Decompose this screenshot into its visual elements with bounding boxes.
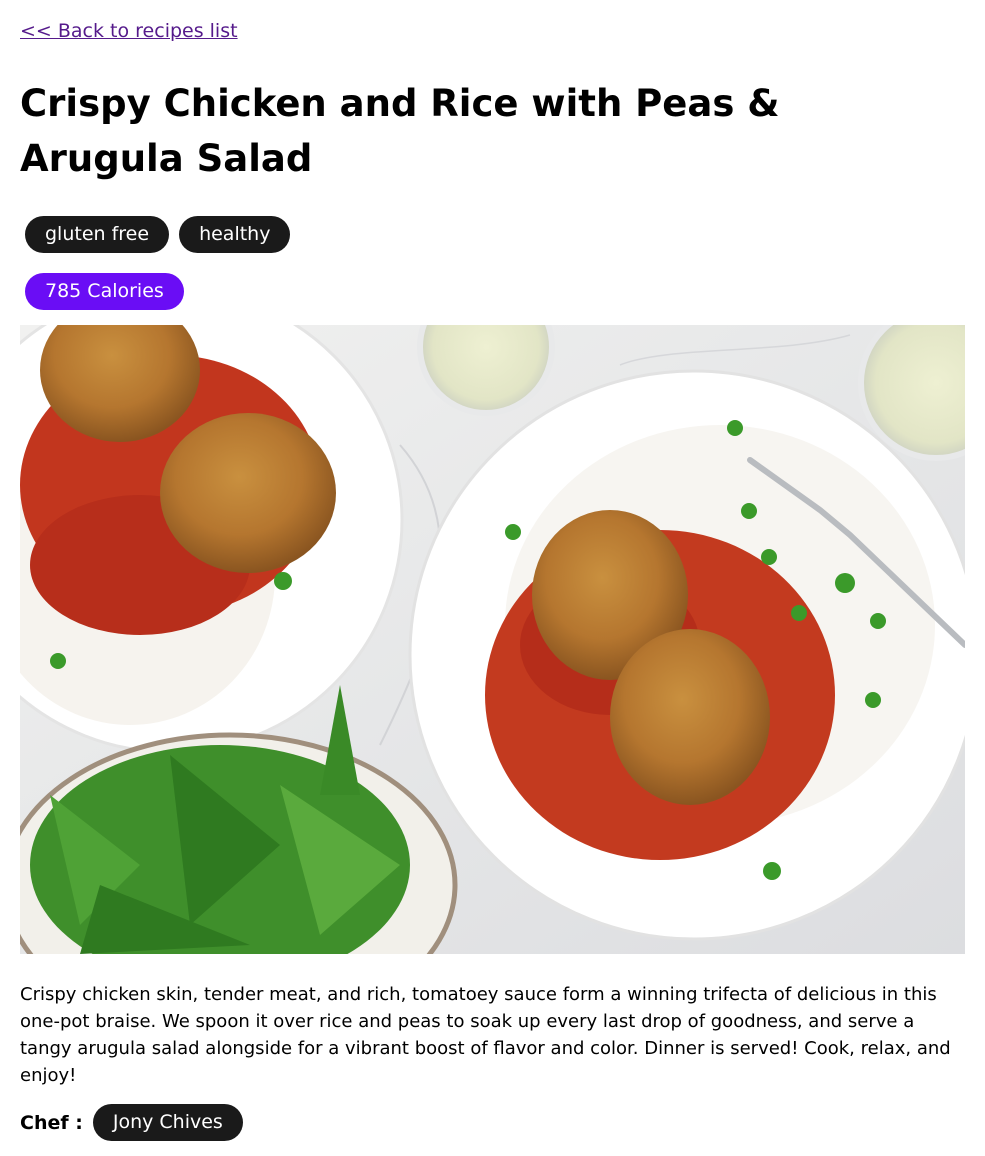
- recipe-page: << Back to recipes list Crispy Chicken a…: [0, 0, 985, 1156]
- chef-row: Chef : Jony Chives: [20, 1104, 243, 1141]
- chef-name-badge[interactable]: Jony Chives: [92, 1104, 243, 1141]
- back-to-recipes-link[interactable]: << Back to recipes list: [20, 20, 238, 42]
- tag-healthy[interactable]: healthy: [179, 216, 291, 253]
- tag-gluten-free[interactable]: gluten free: [25, 216, 170, 253]
- recipe-photo: [20, 325, 965, 954]
- recipe-description: Crispy chicken skin, tender meat, and ri…: [20, 984, 951, 1086]
- calories-badge: 785 Calories: [25, 273, 184, 310]
- chef-label: Chef :: [20, 1111, 83, 1134]
- recipe-title: Crispy Chicken and Rice with Peas & Arug…: [20, 82, 780, 180]
- tag-list: gluten free healthy: [25, 216, 291, 253]
